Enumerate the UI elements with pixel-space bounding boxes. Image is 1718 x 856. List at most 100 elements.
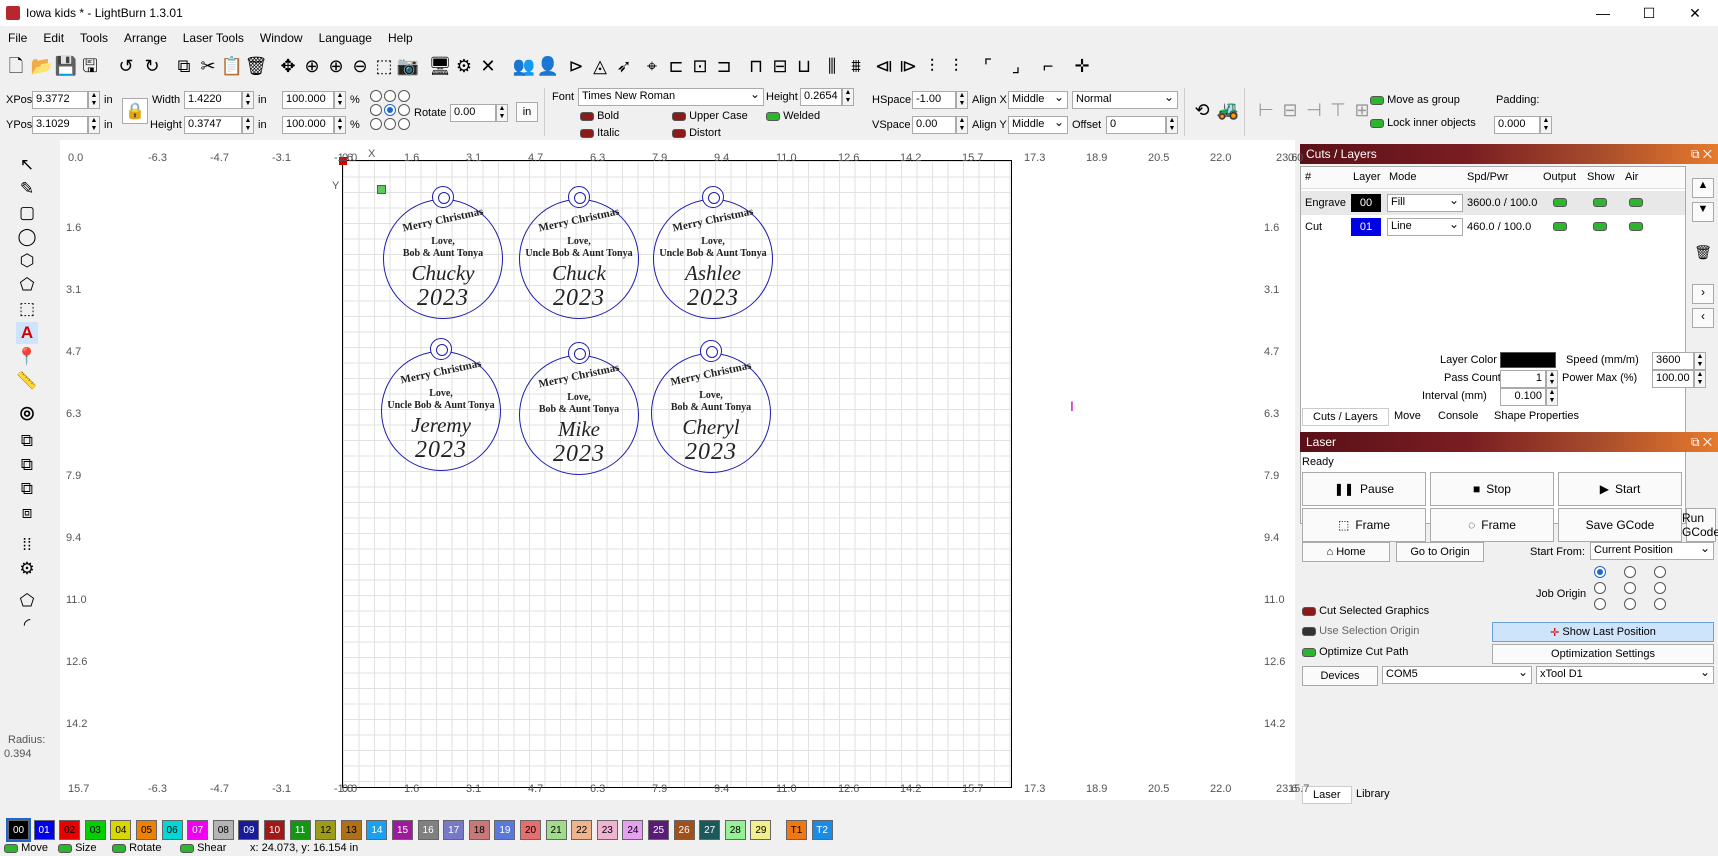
save-gcode-button[interactable]: Save GCode (1558, 508, 1682, 542)
units-toggle-button[interactable]: in (516, 102, 538, 122)
move-toggle[interactable]: Move (4, 842, 48, 854)
align-right-icon[interactable]: ⊐ (712, 54, 736, 78)
menu-help[interactable]: Help (380, 28, 421, 48)
boolean-union-icon[interactable]: ⧉ (16, 430, 38, 452)
weld-icon[interactable]: ⧈ (16, 502, 38, 524)
dock-left-icon[interactable]: ⫶ (920, 54, 944, 78)
go-to-origin-button[interactable]: Go to Origin (1396, 542, 1484, 562)
show-toggle[interactable] (1593, 196, 1607, 208)
delete-icon[interactable]: 🗑 (244, 54, 268, 78)
move-to-laser-icon[interactable]: ⌐ (1036, 54, 1060, 78)
air-toggle[interactable] (1629, 196, 1643, 208)
ornament-design[interactable]: Merry Christmas Love, Uncle Bob & Aunt Ton… (519, 186, 639, 319)
palette-swatch-24[interactable]: 24 (622, 820, 644, 840)
corner-alt-icon[interactable]: ⌟ (1004, 54, 1028, 78)
pen-tool-icon[interactable]: ✎ (16, 178, 38, 200)
offset-tool-icon[interactable]: ◎ (16, 402, 38, 424)
anchor-tr[interactable] (398, 90, 410, 102)
menu-language[interactable]: Language (311, 28, 380, 48)
distribute-vc-icon[interactable]: ⧐ (896, 54, 920, 78)
tab-cuts-layers[interactable]: Cuts / Layers (1302, 408, 1389, 426)
align-center-icon[interactable]: ⊡ (688, 54, 712, 78)
offset-field[interactable]: 0 (1106, 116, 1166, 134)
undo-icon[interactable]: ↺ (114, 54, 138, 78)
menu-laser-tools[interactable]: Laser Tools (175, 28, 252, 48)
origin-bl[interactable] (1594, 598, 1606, 610)
circular-array-icon[interactable]: ⚙ (16, 558, 38, 580)
cut-icon[interactable]: ✂ (196, 54, 220, 78)
marker-tool-icon[interactable]: 📍 (16, 346, 38, 368)
dist-right-icon[interactable]: ⊣ (1302, 98, 1326, 122)
vehicle-icon[interactable]: 🚜 (1216, 98, 1240, 122)
text-height-field[interactable]: 0.2654 (800, 88, 842, 106)
work-area[interactable]: Merry Christmas Love, Bob & Aunt Tonya Chuc… (339, 157, 1012, 788)
palette-swatch-t1[interactable]: T1 (786, 820, 807, 840)
text-tool-icon[interactable]: A (16, 322, 38, 344)
layer-chip[interactable]: 00 (1351, 194, 1381, 212)
rotate-spinner[interactable]: ▲ ▼ (496, 104, 508, 122)
palette-swatch-26[interactable]: 26 (673, 820, 695, 840)
menu-tools[interactable]: Tools (72, 28, 116, 48)
copy-icon[interactable]: ⧉ (172, 54, 196, 78)
settings-icon[interactable]: ⚙ (452, 54, 476, 78)
rotate-field[interactable]: 0.00 (450, 104, 496, 122)
menu-edit[interactable]: Edit (35, 28, 72, 48)
palette-swatch-25[interactable]: 25 (648, 820, 669, 840)
align-top-icon[interactable]: ⊓ (744, 54, 768, 78)
xpos-field[interactable]: 9.3772 (32, 91, 88, 109)
tab-console[interactable]: Console (1428, 408, 1488, 424)
anchor-bc[interactable] (384, 118, 396, 130)
palette-swatch-27[interactable]: 27 (699, 820, 721, 840)
run-gcode-button[interactable]: Run GCode (1682, 508, 1718, 542)
palette-swatch-23[interactable]: 23 (596, 820, 618, 840)
origin-ml[interactable] (1594, 582, 1606, 594)
redo-icon[interactable]: ↻ (140, 54, 164, 78)
round-corner-icon[interactable]: ◜ (16, 614, 38, 636)
distribute-hc-icon[interactable]: ⧏ (872, 54, 896, 78)
ornament-design[interactable]: Merry Christmas Love, Bob & Aunt Tonya Chuc… (383, 186, 503, 319)
width-field[interactable]: 1.4220 (184, 91, 242, 109)
text-height-spinner[interactable]: ▲ ▼ (842, 88, 854, 106)
expand-left-button[interactable]: ‹ (1692, 308, 1714, 328)
palette-swatch-29[interactable]: 29 (750, 820, 772, 840)
italic-toggle[interactable]: Italic (580, 127, 620, 139)
palette-swatch-19[interactable]: 19 (494, 820, 516, 840)
palette-swatch-20[interactable]: 20 (520, 820, 541, 840)
ornament-design[interactable]: Merry Christmas Love, Uncle Bob & Aunt Ton… (381, 338, 501, 471)
open-icon[interactable]: 📂 (30, 54, 54, 78)
anchor-br[interactable] (398, 118, 410, 130)
user-icon[interactable]: 👤 (536, 54, 560, 78)
send-icon[interactable]: ➶ (612, 54, 636, 78)
optimization-settings-button[interactable]: Optimization Settings (1492, 644, 1714, 664)
align-middle-icon[interactable]: ⊟ (768, 54, 792, 78)
ornament-design[interactable]: Merry Christmas Love, Bob & Aunt Tonya Mike… (519, 342, 639, 475)
align-left-icon[interactable]: ⊏ (664, 54, 688, 78)
group-users-icon[interactable]: 👥 (512, 54, 536, 78)
shear-toggle[interactable]: Shear (180, 842, 226, 854)
move-icon[interactable]: ✥ (276, 54, 300, 78)
polygon-tool-icon[interactable]: ⬡ (16, 250, 38, 272)
interval-spinner[interactable]: ▲ ▼ (1546, 388, 1558, 406)
origin-tr[interactable] (1654, 566, 1666, 578)
height-spinner[interactable]: ▲ ▼ (242, 116, 254, 134)
camera-icon[interactable]: 📷 (396, 54, 420, 78)
close-button[interactable]: ✕ (1672, 0, 1718, 26)
ypos-field[interactable]: 3.1029 (32, 116, 88, 134)
paste-icon[interactable]: 📋 (220, 54, 244, 78)
anchor-mr[interactable] (398, 104, 410, 116)
tab-laser[interactable]: Laser (1302, 786, 1352, 804)
devices-button[interactable]: Devices (1302, 666, 1378, 686)
scale-height-spinner[interactable]: ▲ ▼ (334, 116, 346, 134)
palette-swatch-09[interactable]: 09 (238, 820, 260, 840)
lock-inner-toggle[interactable]: Lock inner objects (1370, 117, 1476, 129)
output-toggle[interactable] (1553, 220, 1567, 232)
palette-swatch-12[interactable]: 12 (315, 820, 337, 840)
corner-shape-icon[interactable]: ⬠ (16, 590, 38, 612)
padding-field[interactable]: 0.000 (1494, 116, 1540, 134)
palette-swatch-11[interactable]: 11 (289, 820, 311, 840)
optimize-cut-path-toggle[interactable]: Optimize Cut Path (1302, 646, 1408, 658)
tab-library[interactable]: Library (1346, 786, 1400, 802)
mode-select[interactable]: Fill (1387, 193, 1463, 212)
palette-swatch-01[interactable]: 01 (33, 820, 55, 840)
dist-left-icon[interactable]: ⊢ (1254, 98, 1278, 122)
